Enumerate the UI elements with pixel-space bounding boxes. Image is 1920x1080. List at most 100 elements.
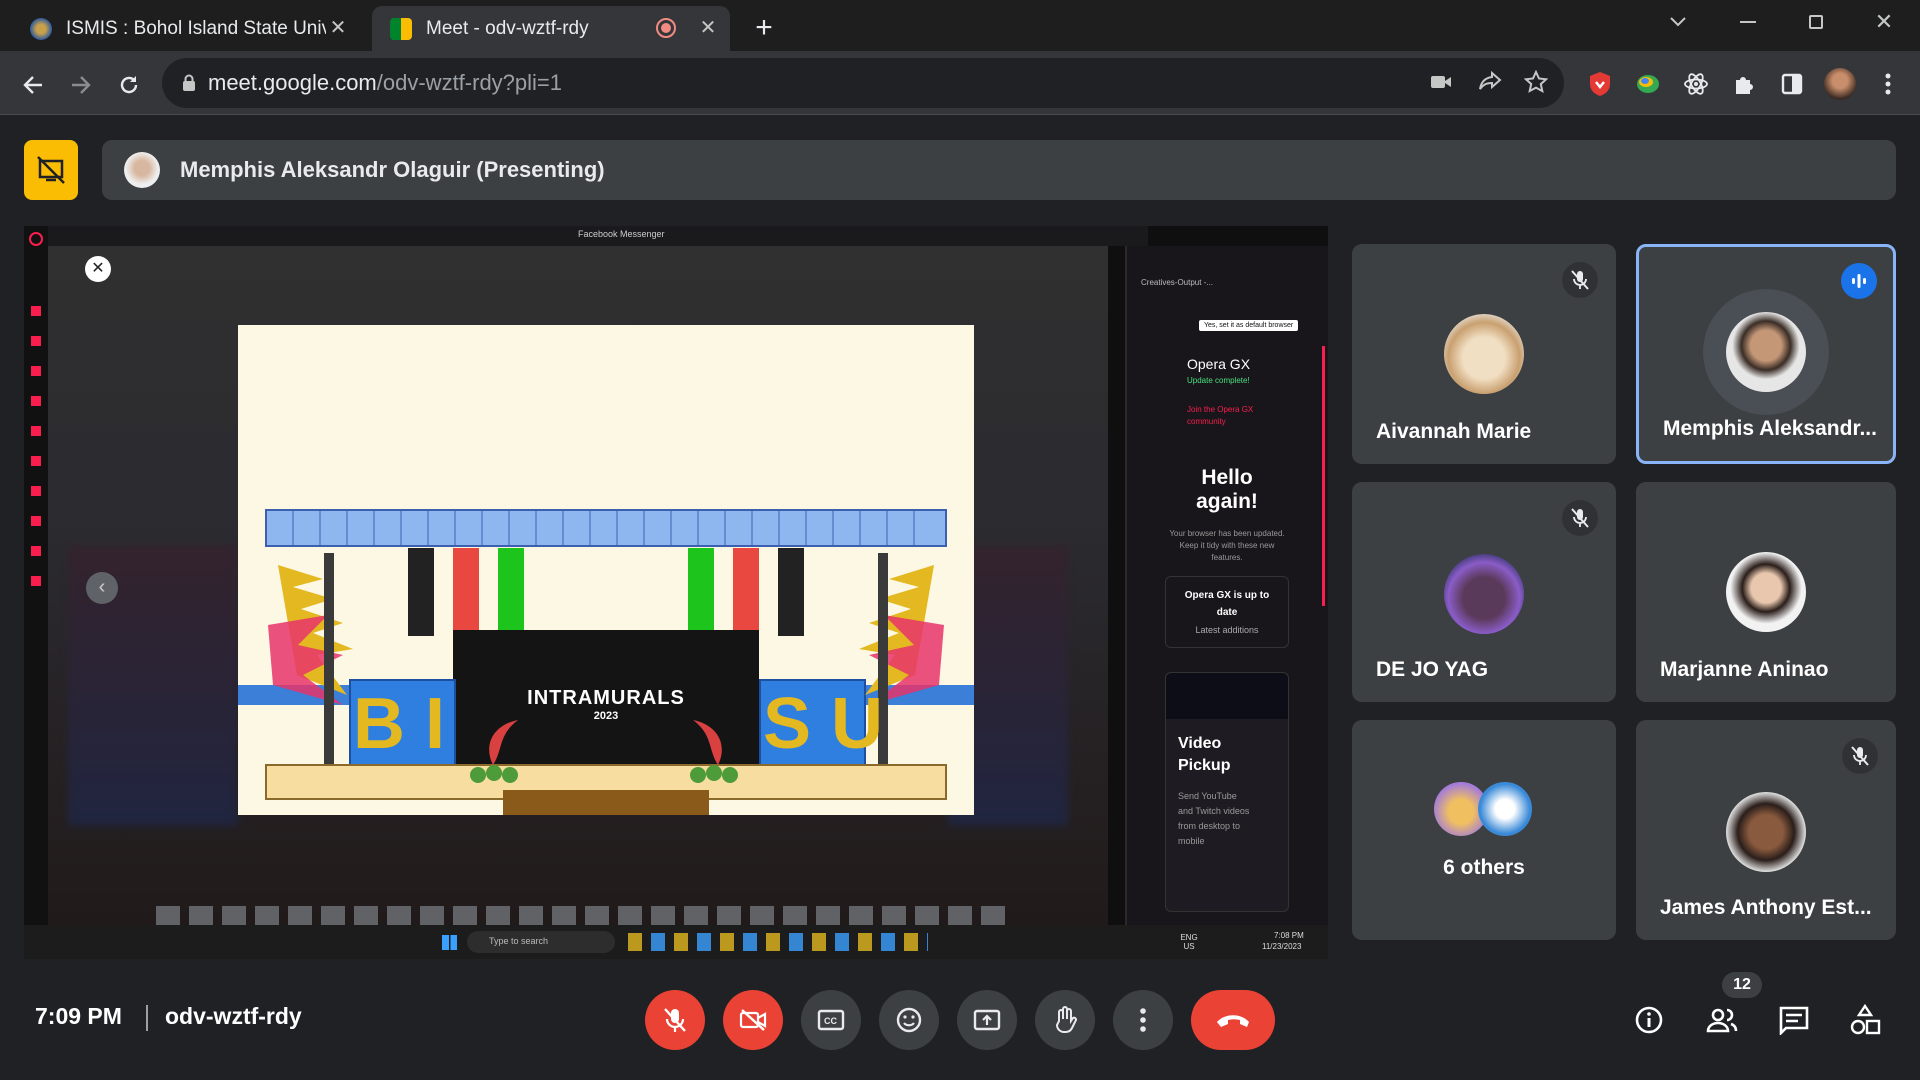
close-tab-icon[interactable]: ✕ [326,16,350,40]
forward-icon[interactable] [66,70,96,100]
mic-off-icon [1562,262,1598,298]
video-pickup-title: Video Pickup [1178,735,1231,774]
meet-favicon [390,17,412,40]
close-viewer-icon[interactable]: ✕ [85,256,111,282]
participant-tile-memphis[interactable]: Memphis Aleksandr... [1636,244,1896,464]
opera-gx-panel: Creatives-Output -... Yes, set it as def… [1125,246,1328,926]
tab-meet[interactable]: Meet - odv-wztf-rdy ✕ [372,6,730,51]
participant-name: DE JO YAG [1376,658,1489,681]
shared-screen: Facebook Messenger ✕ ‹ INTRAMURALS 2023 … [24,226,1328,929]
participant-name: Marjanne Aninao [1660,658,1829,681]
camera-toggle-button[interactable] [723,990,783,1050]
leave-call-button[interactable] [1191,990,1275,1050]
restore-icon[interactable] [1804,10,1828,34]
info-divider [146,1005,148,1031]
url-path: /odv-wztf-rdy?pli=1 [376,70,563,95]
mic-toggle-button[interactable] [645,990,705,1050]
taskbar-search: Type to search [467,931,615,953]
address-bar[interactable]: meet.google.com/odv-wztf-rdy?pli=1 [162,58,1564,108]
slide-letters-left: B I [353,684,446,764]
tab-ismis[interactable]: ISMIS : Bohol Island State Univer ✕ [20,6,360,51]
recording-icon [656,18,676,38]
messenger-viewer: ✕ ‹ INTRAMURALS 2023 B I S U [48,246,1108,928]
shared-taskbar: Type to search ENG US 7:08 PM 11/23/2023 [24,925,1328,959]
present-now-button[interactable] [957,990,1017,1050]
taskbar-lang: ENG US [1180,933,1198,951]
shared-tab-title: Facebook Messenger [578,229,665,239]
presenting-banner: Memphis Aleksandr Olaguir (Presenting) [102,140,1896,200]
tidy-text: Your browser has been updated. Keep it t… [1169,529,1285,562]
taskbar-time: 7:08 PM [1274,931,1304,940]
opera-sidebar [24,226,48,929]
people-count-badge: 12 [1722,972,1762,998]
back-icon[interactable] [18,70,48,100]
video-pickup-desc: Send YouTube and Twitch videos from desk… [1178,791,1250,846]
mic-off-icon [1842,738,1878,774]
close-tab-icon[interactable]: ✕ [696,16,720,40]
participant-tile-aivannah[interactable]: Aivannah Marie [1352,244,1616,464]
participant-avatar [1726,312,1806,392]
uptodate-text: Opera GX is up to date [1184,590,1270,618]
profile-avatar[interactable] [1824,68,1856,100]
others-label: 6 others [1443,856,1525,879]
tab-strip: ISMIS : Bohol Island State Univer ✕ Meet… [0,0,1920,51]
panel-scrollbar[interactable] [1322,346,1325,606]
extension-icon[interactable] [1634,70,1662,98]
share-icon[interactable] [1478,71,1502,93]
tab-title: Meet - odv-wztf-rdy [426,17,589,39]
bookmark-star-icon[interactable] [1524,70,1548,94]
raise-hand-button[interactable] [1035,990,1095,1050]
camera-in-use-icon[interactable] [1430,73,1452,91]
captions-button[interactable]: CC [801,990,861,1050]
default-browser-button[interactable]: Yes, set it as default browser [1199,320,1299,331]
hello-heading: Hello again! [1196,466,1258,513]
windows-start-icon [442,935,457,950]
minimize-icon[interactable] [1736,10,1760,34]
prev-image-icon[interactable]: ‹ [86,572,118,604]
url-host: meet.google.com [208,70,377,95]
taskbar-date: 11/23/2023 [1262,942,1302,951]
chat-button[interactable] [1772,998,1816,1042]
participant-name: Memphis Aleksandr... [1663,417,1877,440]
participant-name: Aivannah Marie [1376,420,1532,443]
participant-name: James Anthony Est... [1660,896,1872,919]
intramurals-slide: INTRAMURALS 2023 B I S U [238,325,974,815]
meeting-details-button[interactable] [1627,998,1671,1042]
taskbar-search-text: Type to search [489,936,549,946]
react-devtools-icon[interactable] [1682,70,1710,98]
participant-avatar [1726,552,1806,632]
close-window-icon[interactable]: ✕ [1872,9,1896,34]
new-tab-icon[interactable]: + [748,11,780,44]
join-community: Join the Opera GX community [1187,405,1254,426]
others-avatar-2 [1478,782,1532,836]
shared-titlebar: Facebook Messenger [48,226,1148,246]
activities-button[interactable] [1843,998,1887,1042]
reactions-button[interactable] [879,990,939,1050]
meeting-code: odv-wztf-rdy [165,1003,302,1029]
puzzle-extensions-icon[interactable] [1730,70,1758,98]
participant-tile-james[interactable]: James Anthony Est... [1636,720,1896,940]
slide-letters-right: S U [763,684,884,764]
tab-search-icon[interactable] [1666,10,1690,34]
participant-tile-marjanne[interactable]: Marjanne Aninao [1636,482,1896,702]
svg-text:CC: CC [824,1016,837,1026]
participant-tile-others[interactable]: 6 others [1352,720,1616,940]
side-panel-icon[interactable] [1778,70,1806,98]
video-pickup-card: Video Pickup Send YouTube and Twitch vid… [1165,672,1289,912]
people-button[interactable] [1700,998,1744,1042]
presenter-avatar [124,152,160,188]
lock-icon[interactable] [182,74,196,92]
mic-off-icon [1562,500,1598,536]
opera-gx-brand: Opera GX [1187,356,1251,372]
more-options-button[interactable] [1113,990,1173,1050]
menu-kebab-icon[interactable] [1874,70,1902,98]
participant-tile-dejo[interactable]: DE JO YAG [1352,482,1616,702]
latest-additions: Latest additions [1195,625,1259,635]
video-pickup-preview [1166,673,1288,719]
reload-icon[interactable] [114,70,144,100]
participant-avatar [1444,554,1524,634]
brave-shield-icon[interactable] [1586,70,1614,98]
stop-presenting-button[interactable] [24,140,78,200]
tab-title: ISMIS : Bohol Island State Univer [66,17,326,39]
update-status: Update complete! [1187,376,1250,385]
